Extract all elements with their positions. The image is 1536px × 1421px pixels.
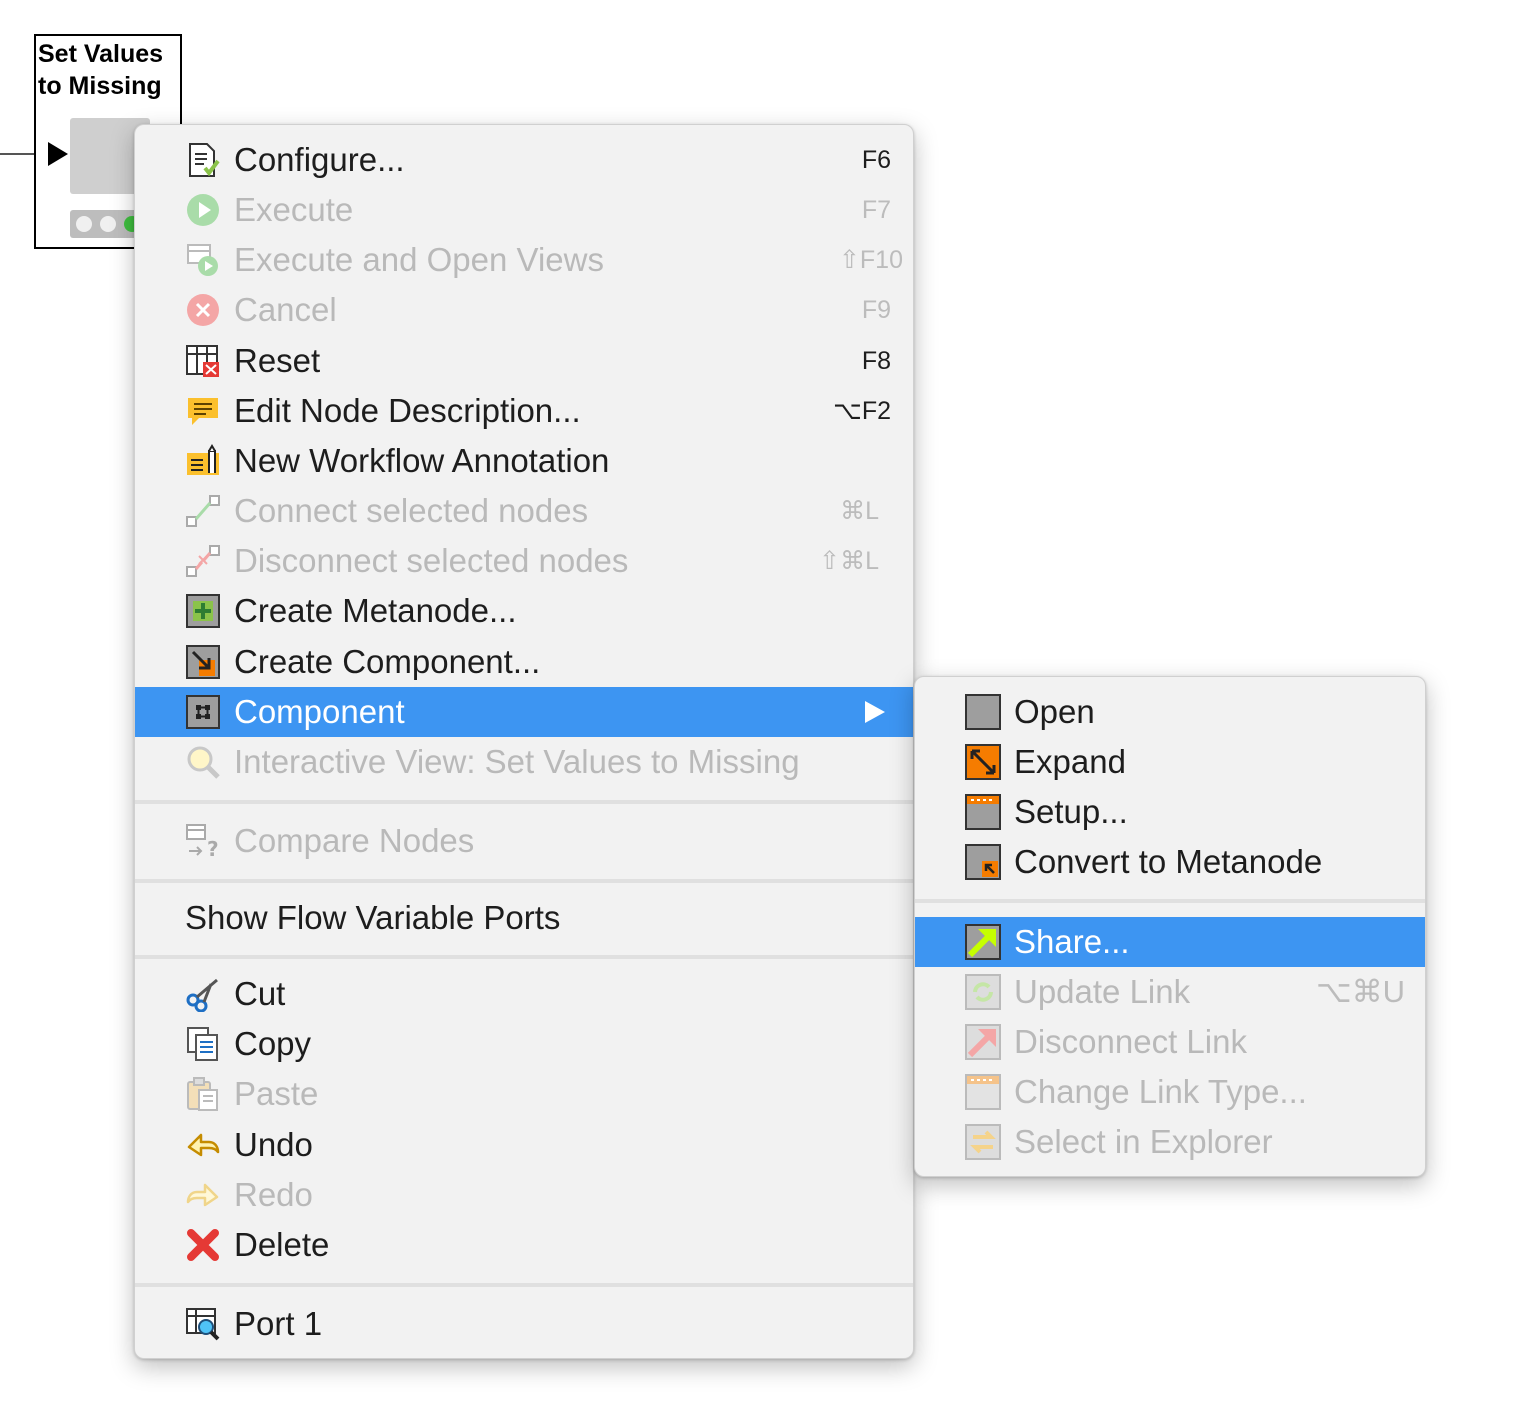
node-title-line1: Set Values [38,40,164,68]
menu-item-edit-node-description[interactable]: Edit Node Description... ⌥F2 [135,386,913,436]
menu-item-delete[interactable]: Delete [135,1220,913,1270]
menu-item-reset[interactable]: Reset F8 [135,336,913,386]
cancel-icon [184,291,222,329]
copy-icon [184,1025,222,1063]
input-port-arrow[interactable] [48,142,68,166]
create-metanode-icon [184,592,222,630]
create-component-icon [184,643,222,681]
port-view-icon [184,1305,222,1343]
menu-item-undo[interactable]: Undo [135,1120,913,1170]
execute-icon [184,191,222,229]
share-icon [964,923,1002,961]
menu-item-copy[interactable]: Copy [135,1019,913,1069]
submenu-item-disconnect-link[interactable]: Disconnect Link [915,1017,1425,1067]
menu-item-disconnect-selected-nodes[interactable]: Disconnect selected nodes ⇧⌘L [135,536,913,586]
submenu-item-open[interactable]: Open [915,687,1425,737]
convert-icon [964,843,1002,881]
status-led-yellow [100,216,116,232]
submenu-separator [915,899,1425,903]
menu-separator [135,879,913,883]
change-link-type-icon [964,1073,1002,1111]
menu-item-execute-open-views[interactable]: Execute and Open Views ⇧F10 [135,235,913,285]
submenu-item-update-link[interactable]: Update Link ⌥⌘U [915,967,1425,1017]
connect-icon [184,492,222,530]
submenu-item-convert-to-metanode[interactable]: Convert to Metanode [915,837,1425,887]
menu-item-configure[interactable]: Configure... F6 [135,135,913,185]
select-explorer-icon [964,1123,1002,1161]
menu-item-new-workflow-annotation[interactable]: New Workflow Annotation [135,436,913,486]
menu-item-show-flow-variable-ports[interactable]: Show Flow Variable Ports [135,893,913,943]
menu-item-compare-nodes[interactable]: ? Compare Nodes [135,816,913,866]
status-led-red [76,216,92,232]
svg-text:?: ? [207,837,219,859]
reset-icon [184,342,222,380]
submenu-item-share[interactable]: Share... [915,917,1425,967]
node-title: Set Values to Missing [38,38,180,102]
menu-item-paste[interactable]: Paste [135,1069,913,1119]
configure-icon [184,141,222,179]
undo-icon [184,1126,222,1164]
submenu-arrow-icon [865,701,885,723]
setup-icon [964,793,1002,831]
compare-icon: ? [184,822,222,860]
scissors-icon [184,975,222,1013]
menu-item-cut[interactable]: Cut [135,969,913,1019]
node-context-menu: Configure... F6 Execute F7 Execute and O… [134,124,914,1359]
submenu-item-change-link-type[interactable]: Change Link Type... [915,1067,1425,1117]
redo-icon [184,1176,222,1214]
component-icon [184,693,222,731]
menu-item-connect-selected-nodes[interactable]: Connect selected nodes ⌘L [135,486,913,536]
menu-separator [135,1283,913,1287]
menu-item-interactive-view[interactable]: Interactive View: Set Values to Missing [135,737,913,787]
paste-icon [184,1075,222,1113]
menu-separator [135,800,913,804]
menu-item-create-metanode[interactable]: Create Metanode... [135,586,913,636]
disconnect-icon [184,542,222,580]
node-description-icon [184,392,222,430]
node-title-line2: to Missing [38,72,162,100]
workflow-canvas: Set Values to Missing Configure... F6 Ex… [0,0,1536,1421]
submenu-item-setup[interactable]: Setup... [915,787,1425,837]
menu-separator [135,955,913,959]
delete-icon [184,1226,222,1264]
menu-item-execute[interactable]: Execute F7 [135,185,913,235]
annotation-icon [184,442,222,480]
update-link-icon [964,973,1002,1011]
magnifier-icon [184,743,222,781]
component-submenu: Open Expand Setup... Convert to Metanode [914,676,1426,1177]
submenu-item-select-in-explorer[interactable]: Select in Explorer [915,1117,1425,1167]
expand-icon [964,743,1002,781]
menu-item-component[interactable]: Component [135,687,913,737]
menu-item-port-1[interactable]: Port 1 [135,1299,913,1349]
execute-open-views-icon [184,241,222,279]
disconnect-link-icon [964,1023,1002,1061]
open-icon [964,693,1002,731]
menu-item-create-component[interactable]: Create Component... [135,637,913,687]
menu-item-cancel[interactable]: Cancel F9 [135,285,913,335]
submenu-item-expand[interactable]: Expand [915,737,1425,787]
menu-item-redo[interactable]: Redo [135,1170,913,1220]
